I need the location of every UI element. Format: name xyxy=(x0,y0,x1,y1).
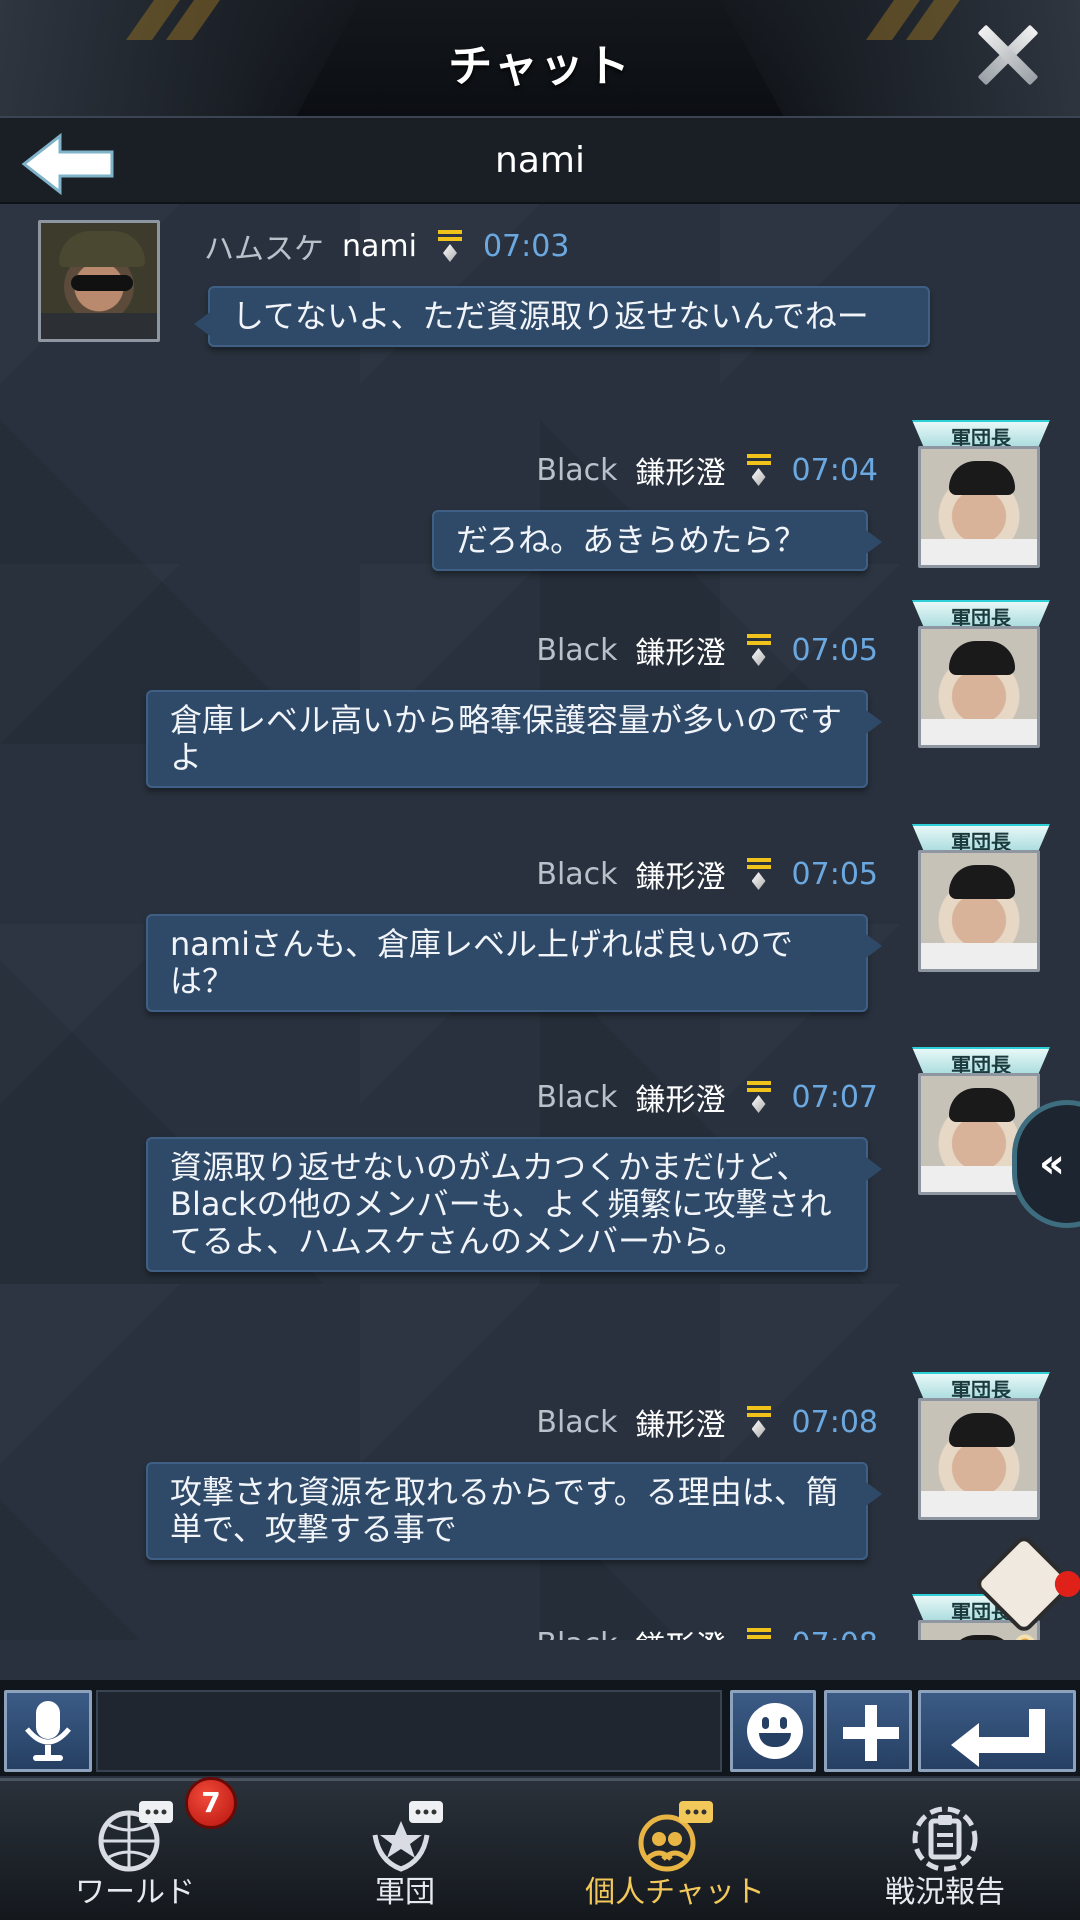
legion-chat-icon xyxy=(372,1801,443,1872)
tab-label: 軍団 xyxy=(375,1875,435,1910)
sender-name[interactable]: 鎌形澄 xyxy=(636,1075,726,1119)
avatar[interactable] xyxy=(918,850,1040,972)
message-bubble[interactable]: 資源取り返せないのがムカつくかまだけど、Blackの他のメンバーも、よく頻繁に攻… xyxy=(146,1137,882,1272)
avatar-hair xyxy=(949,865,1015,899)
chat-message: 軍団長 Black 鎌形澄 07:08 攻撃され資源を取れるからです。る理由は、… xyxy=(0,1372,1080,1560)
rank-icon xyxy=(744,856,774,892)
top-bar: チャット xyxy=(0,0,1080,118)
double-chevron-left-icon: « xyxy=(1039,1141,1065,1187)
page-title: チャット xyxy=(448,41,632,92)
message-meta: Black 鎌形澄 07:07 xyxy=(536,1075,878,1119)
notification-dot xyxy=(1054,1571,1080,1597)
sender-name[interactable]: 鎌形澄 xyxy=(636,448,726,492)
avatar-shirt xyxy=(921,943,1037,969)
bottom-navigation: 7 ワールド 軍団 個人チャット 戦況報告 xyxy=(0,1777,1080,1920)
sender-alliance: Black xyxy=(536,1079,618,1115)
avatar-hair xyxy=(949,1088,1015,1122)
message-time: 07:04 xyxy=(791,452,878,488)
avatar-hair xyxy=(949,1413,1015,1447)
avatar[interactable] xyxy=(918,1398,1040,1520)
smiley-icon xyxy=(747,1703,803,1759)
chat-message-list[interactable]: ハムスケ nami 07:03 してないよ、ただ資源取り返せないんでねー 軍団長… xyxy=(0,204,1080,1640)
avatar-glasses xyxy=(71,275,133,291)
tab-label: ワールド xyxy=(75,1875,195,1910)
chat-message: 軍団長 Black 鎌形澄 07:04 だろね。あきらめたら？ xyxy=(0,420,1080,571)
sender-alliance: Black xyxy=(536,452,618,488)
avatar-shirt xyxy=(921,1491,1037,1517)
avatar-shirt xyxy=(921,719,1037,745)
emoji-button[interactable] xyxy=(730,1690,816,1772)
message-meta: Black 鎌形澄 07:08 xyxy=(536,1622,878,1641)
rank-icon xyxy=(435,228,465,264)
avatar-hair xyxy=(949,461,1015,495)
message-meta: Black 鎌形澄 07:04 xyxy=(536,448,878,492)
avatar-cap xyxy=(59,231,145,267)
message-bubble[interactable]: だろね。あきらめたら？ xyxy=(432,510,882,571)
message-time: 07:08 xyxy=(791,1404,878,1440)
message-time: 07:03 xyxy=(482,228,570,264)
close-icon[interactable] xyxy=(974,22,1040,88)
message-bubble[interactable]: してないよ、ただ資源取り返せないんでねー xyxy=(194,286,930,347)
avatar[interactable] xyxy=(918,446,1040,568)
chat-message: 軍団長 Black 鎌形澄 07:08 xyxy=(0,1594,1080,1640)
message-bubble[interactable]: namiさんも、倉庫レベル上げれば良いのでは？ xyxy=(146,914,882,1012)
message-meta: Black 鎌形澄 07:08 xyxy=(536,1400,878,1444)
voice-button[interactable] xyxy=(4,1690,92,1772)
message-meta: ハムスケ nami 07:03 xyxy=(204,224,569,268)
rank-icon xyxy=(744,632,774,668)
avatar[interactable] xyxy=(38,220,160,342)
rank-icon xyxy=(744,1626,774,1640)
message-meta: Black 鎌形澄 07:05 xyxy=(536,852,878,896)
rank-icon xyxy=(744,1404,774,1440)
message-bubble[interactable]: 倉庫レベル高いから略奪保護容量が多いのですよ xyxy=(146,690,882,788)
chat-message: 軍団長 Black 鎌形澄 07:05 namiさんも、倉庫レベル上げれば良いの… xyxy=(0,824,1080,1012)
tab-battle-report[interactable]: 戦況報告 xyxy=(810,1781,1080,1920)
message-time: 07:05 xyxy=(791,632,878,668)
sender-name[interactable]: 鎌形澄 xyxy=(636,628,726,672)
chat-message: 軍団長 Black 鎌形澄 07:07 資源取り返せないのがムカつくかまだけど、… xyxy=(0,1047,1080,1307)
avatar-hair xyxy=(949,1635,1015,1640)
avatar-shirt xyxy=(921,539,1037,565)
sender-alliance: Black xyxy=(536,632,618,668)
sender-alliance: Black xyxy=(536,856,618,892)
enter-arrow-icon xyxy=(951,1709,1045,1767)
message-bubble[interactable]: 攻撃され資源を取れるからです。る理由は、簡単で、攻撃する事で xyxy=(146,1462,882,1560)
sender-alliance: Black xyxy=(536,1627,617,1641)
tab-label: 個人チャット xyxy=(585,1875,765,1910)
notification-badge: 7 xyxy=(185,1777,237,1829)
avatar[interactable] xyxy=(918,626,1040,748)
input-bar xyxy=(0,1680,1080,1776)
sender-alliance: Black xyxy=(536,1404,618,1440)
tab-world[interactable]: 7 ワールド xyxy=(0,1777,270,1920)
conversation-bar: nami xyxy=(0,118,1080,204)
sender-name[interactable]: 鎌形澄 xyxy=(636,1622,726,1640)
send-button[interactable] xyxy=(918,1690,1076,1772)
message-input[interactable] xyxy=(96,1690,722,1772)
tab-private-chat[interactable]: 個人チャット xyxy=(540,1781,810,1920)
sender-name[interactable]: 鎌形澄 xyxy=(636,852,726,896)
battle-report-icon xyxy=(912,1806,978,1872)
message-time: 07:08 xyxy=(792,1627,878,1641)
private-chat-icon xyxy=(638,1801,713,1872)
world-chat-icon xyxy=(98,1801,173,1872)
tab-label: 戦況報告 xyxy=(885,1875,1005,1910)
sender-name[interactable]: nami xyxy=(342,229,417,264)
chat-message: 軍団長 Black 鎌形澄 07:05 倉庫レベル高いから略奪保護容量が多いので… xyxy=(0,600,1080,788)
sender-name[interactable]: 鎌形澄 xyxy=(636,1400,726,1444)
rank-icon xyxy=(744,452,774,488)
attach-button[interactable] xyxy=(824,1690,912,1772)
sender-alliance: ハムスケ xyxy=(204,232,324,267)
microphone-icon xyxy=(25,1701,71,1761)
chat-message: ハムスケ nami 07:03 してないよ、ただ資源取り返せないんでねー xyxy=(0,220,1080,360)
rank-icon xyxy=(744,1079,774,1115)
avatar-shirt xyxy=(41,313,157,339)
conversation-partner-name: nami xyxy=(495,140,585,181)
avatar-hair xyxy=(949,641,1015,675)
message-time: 07:07 xyxy=(791,1079,878,1115)
tab-legion[interactable]: 軍団 xyxy=(270,1781,540,1920)
message-time: 07:05 xyxy=(791,856,878,892)
message-meta: Black 鎌形澄 07:05 xyxy=(536,628,878,672)
